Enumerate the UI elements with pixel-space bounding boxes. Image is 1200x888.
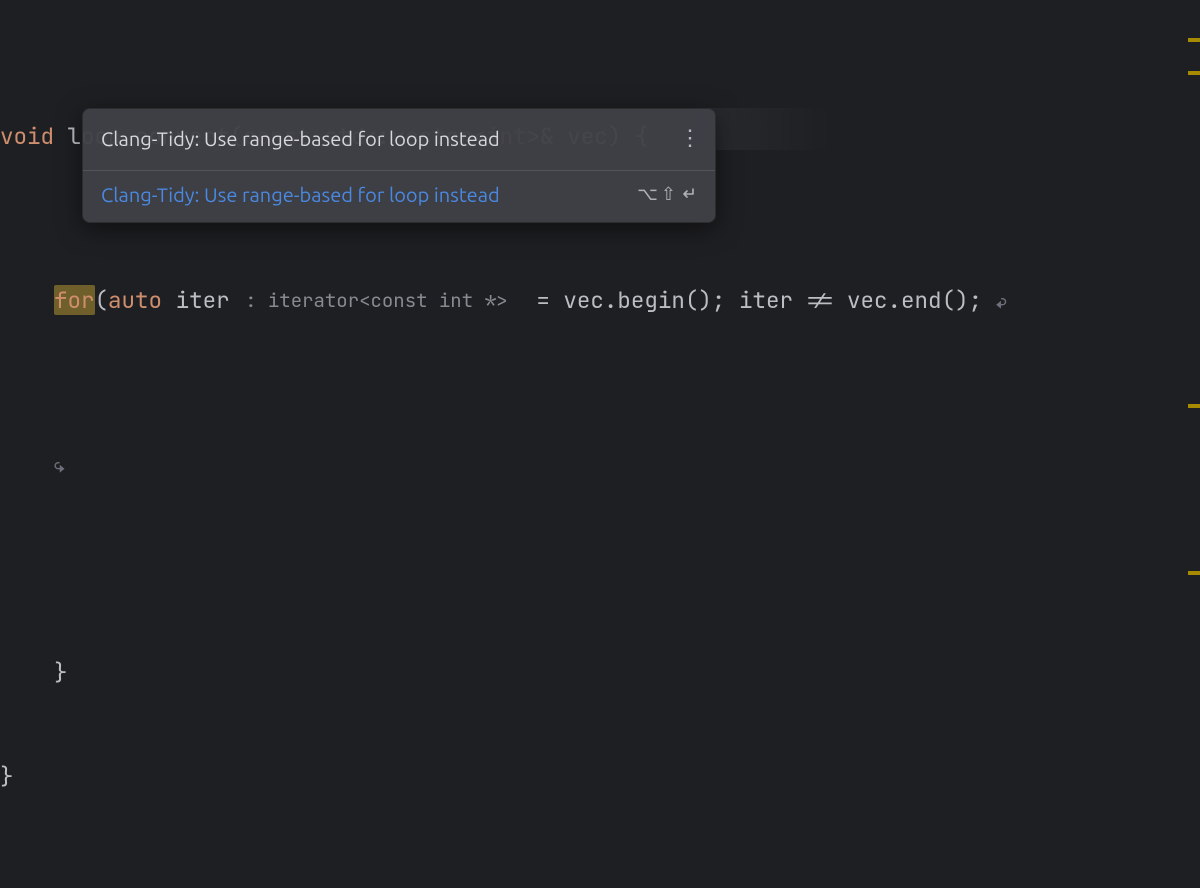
soft-wrap-marker-icon: ↩ <box>996 291 1007 314</box>
ident-iter: iter <box>176 285 230 315</box>
ident-iter: iter <box>739 285 793 315</box>
keyword-void: void <box>0 121 54 151</box>
semi: ; <box>712 285 726 315</box>
code-line[interactable]: ↪ <box>0 442 1200 486</box>
key-shift-icon: ⇧ <box>661 182 677 206</box>
keyword-auto: auto <box>108 285 162 315</box>
method-begin: begin <box>617 285 685 315</box>
code-line[interactable]: for(auto iter : iterator<const int *> = … <box>0 278 1200 322</box>
shortcut-hint: ⌥⇧ <box>637 182 697 206</box>
semi: ; <box>969 285 983 315</box>
ident-vec: vec <box>563 285 604 315</box>
keyword-for: for <box>54 285 95 315</box>
key-alt-icon: ⌥ <box>637 182 659 206</box>
code-line[interactable]: } <box>0 754 1200 798</box>
soft-wrap-continuation-icon: ↪ <box>54 455 65 478</box>
popup-more-icon[interactable]: ⋮ <box>679 123 701 145</box>
popup-quickfix-link[interactable]: Clang-Tidy: Use range-based for loop ins… <box>101 181 500 208</box>
popup-title: Clang-Tidy: Use range-based for loop ins… <box>101 127 500 150</box>
ident-vec: vec <box>847 285 888 315</box>
code-line[interactable] <box>0 546 1200 590</box>
popup-action-row[interactable]: Clang-Tidy: Use range-based for loop ins… <box>83 170 715 222</box>
key-enter-icon <box>679 187 697 201</box>
brace-close: } <box>0 761 14 791</box>
popup-body: Clang-Tidy: Use range-based for loop ins… <box>83 109 715 170</box>
neq: != <box>806 285 833 315</box>
blank-line[interactable] <box>0 858 1200 888</box>
method-end: end <box>901 285 942 315</box>
inspection-popup[interactable]: Clang-Tidy: Use range-based for loop ins… <box>82 108 716 223</box>
eq: = <box>536 285 550 315</box>
code-line[interactable]: } <box>0 650 1200 694</box>
inlay-hint-iterator: : iterator<const int *> <box>243 279 509 323</box>
brace-close: } <box>54 657 68 687</box>
